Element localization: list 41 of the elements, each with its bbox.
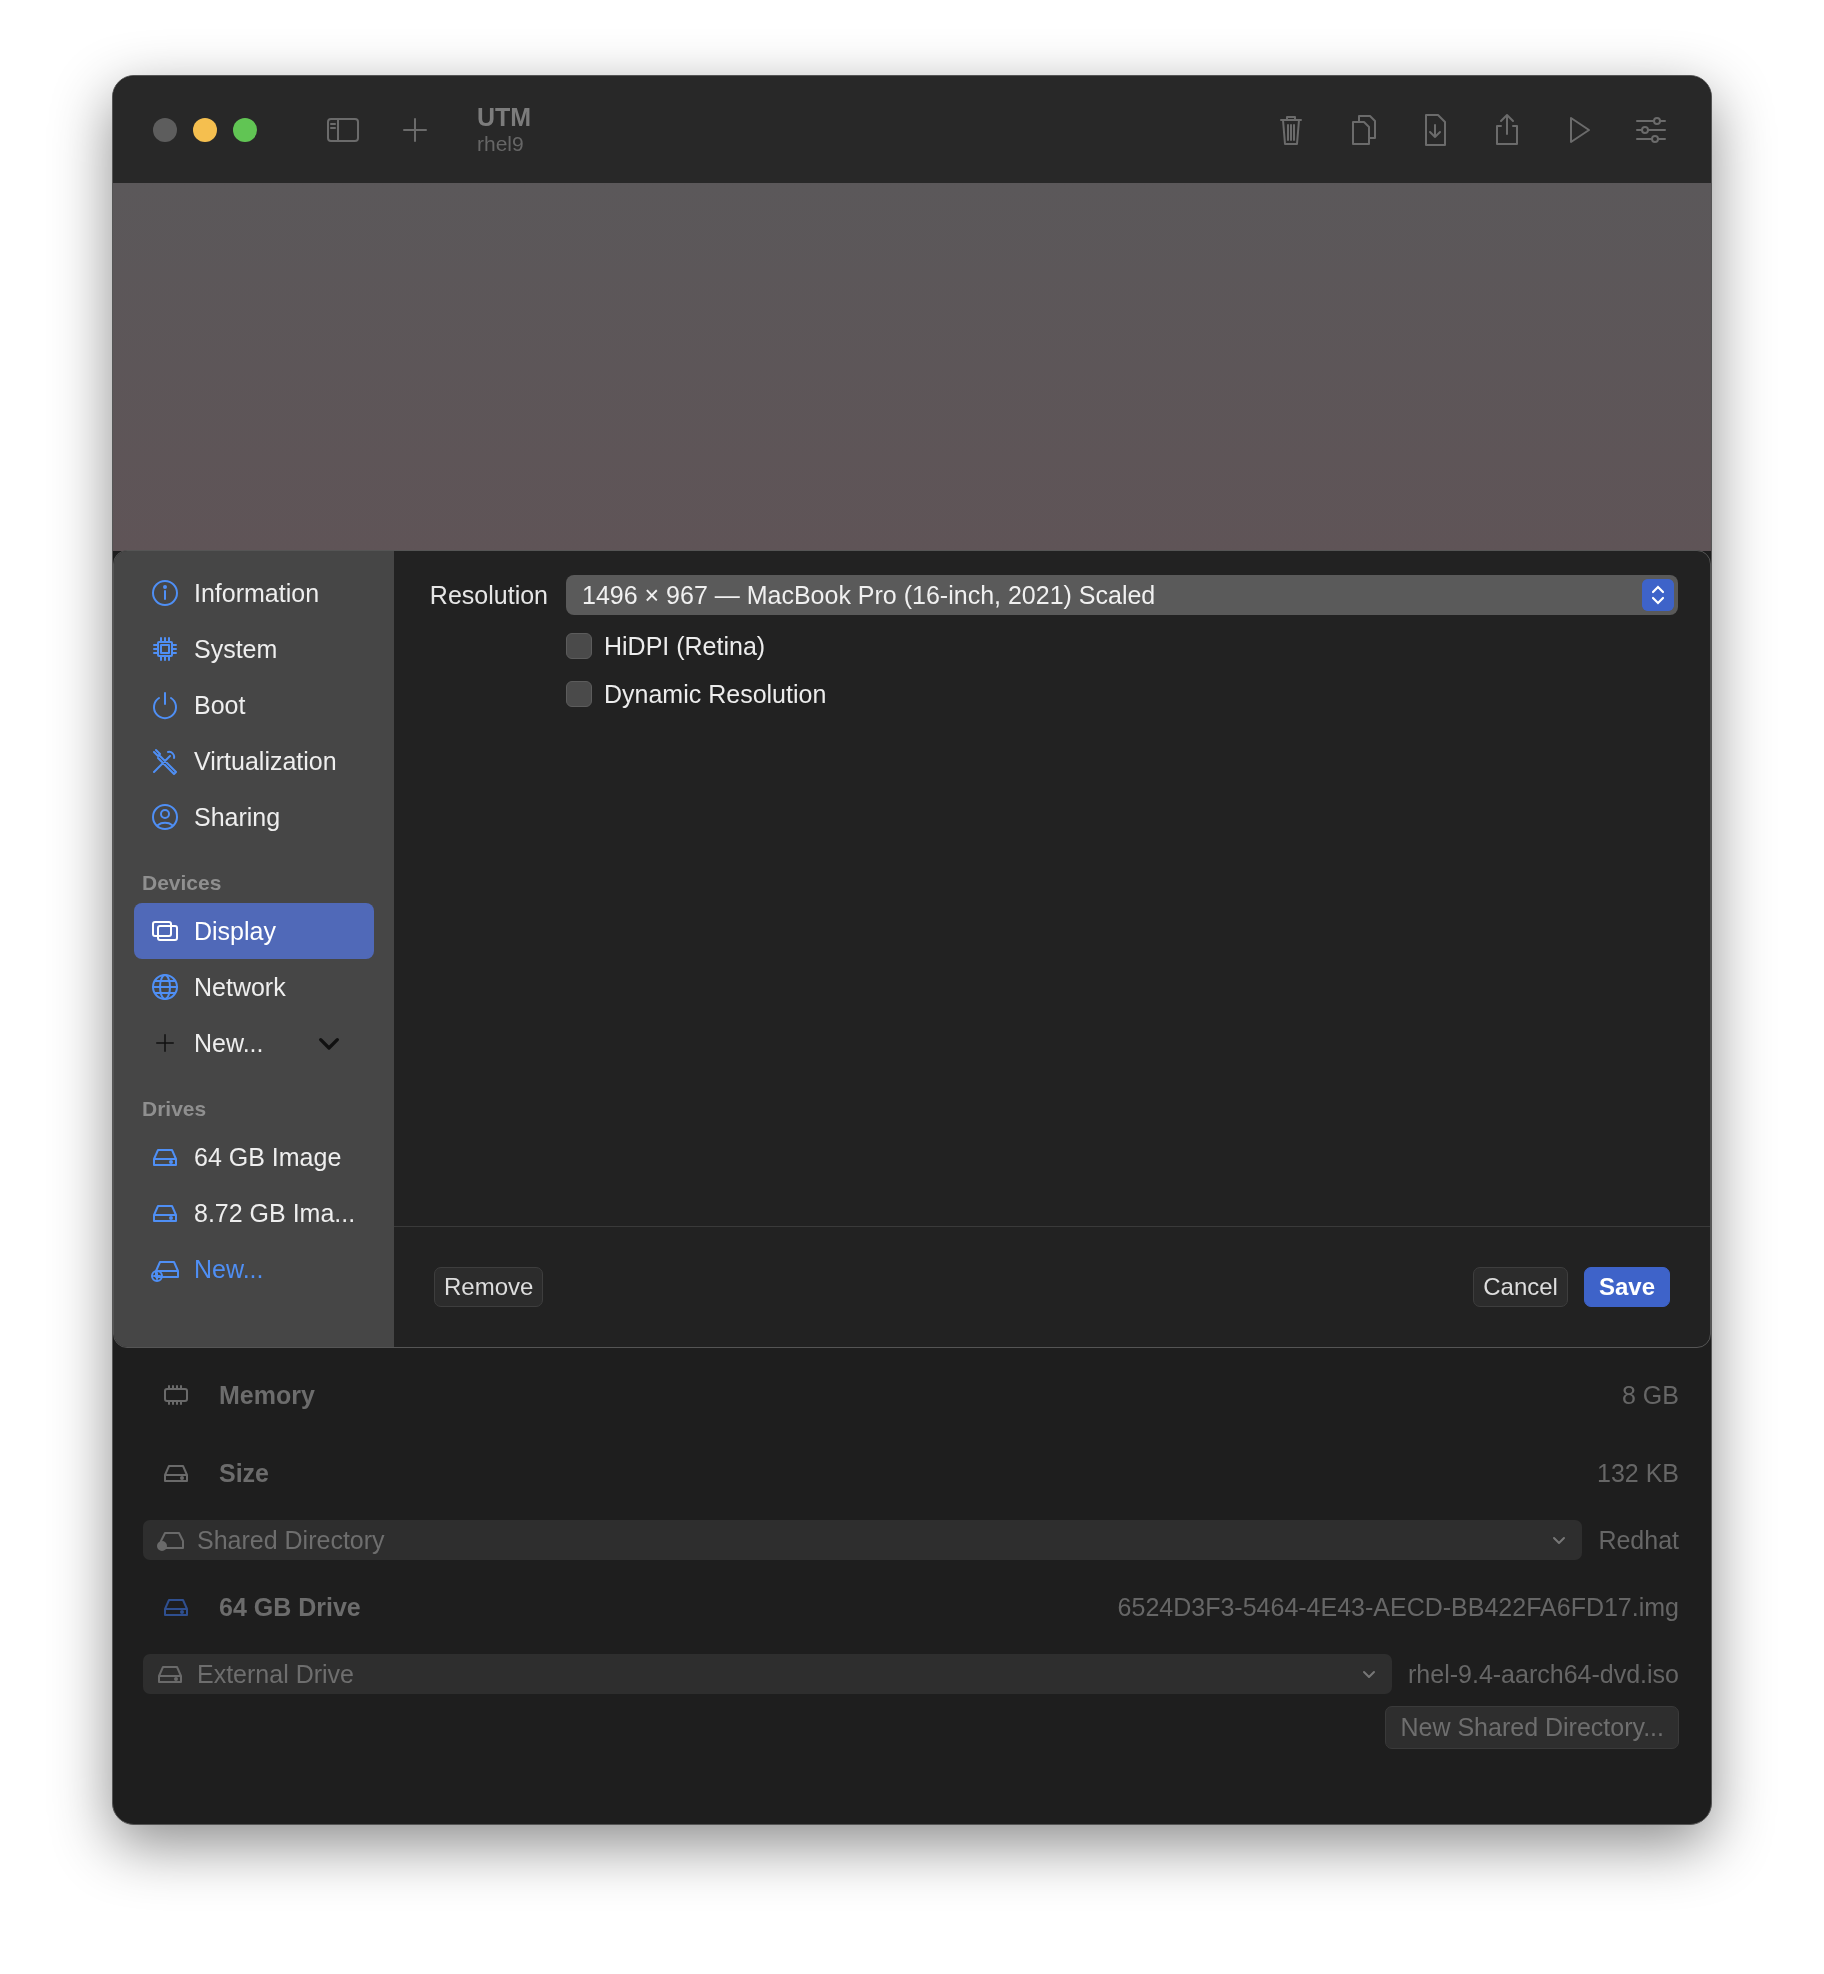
checkbox[interactable] [566,633,592,659]
new-device-menu[interactable]: New... [134,1015,374,1071]
save-button[interactable]: Save [1583,1267,1670,1307]
detail-label: Size [219,1458,270,1488]
window-title: UTM [477,103,532,132]
window-subtitle: rhel9 [477,132,525,156]
checkbox[interactable] [566,681,592,707]
person-icon [150,802,180,832]
sidebar-item[interactable]: Information [134,565,374,621]
tools-icon [150,746,180,776]
remove-button[interactable]: Remove [434,1267,544,1307]
close-button[interactable] [153,117,177,142]
sidebar-item[interactable]: Virtualization [134,733,374,789]
stepper-icon [1642,579,1674,611]
power-icon [150,690,180,720]
detail-label: 64 GB Drive [219,1592,361,1622]
field-label: Resolution [428,580,548,610]
section-heading: Drives [141,1096,208,1122]
sidebar-item[interactable]: Network [134,959,374,1015]
minimize-button[interactable] [193,117,217,142]
sidebar-item[interactable]: Display [134,903,374,959]
zoom-button[interactable] [233,117,257,142]
sidebar-item[interactable]: 64 GB Image [134,1129,374,1185]
globe-icon [150,972,180,1002]
resolution-dropdown[interactable]: 1496 × 967 — MacBook Pro (16-inch, 2021) Scaled [566,575,1678,615]
checkbox-label: HiDPI (Retina) [604,631,766,661]
section-heading: Devices [141,870,223,896]
detail-value: rhel-9.4-aarch64-dvd.iso [1408,1659,1679,1689]
sidebar-item[interactable]: Boot [134,677,374,733]
chip-icon [150,634,180,664]
sidebar-item[interactable]: System [134,621,374,677]
detail-value: 8 GB [1622,1380,1679,1410]
sidebar-item[interactable]: 8.72 GB Ima... [134,1185,374,1241]
sidebar-item[interactable]: Sharing [134,789,374,845]
info-icon [150,578,180,608]
detail-value: Redhat [1598,1525,1679,1555]
cancel-button[interactable]: Cancel [1473,1267,1568,1307]
detail-label: Memory [219,1380,315,1410]
checkbox-label: Dynamic Resolution [604,679,827,709]
detail-value: 132 KB [1597,1458,1679,1488]
detail-value: 6524D3F3-5464-4E43-AECD-BB422FA6FD17.img [1117,1592,1679,1622]
